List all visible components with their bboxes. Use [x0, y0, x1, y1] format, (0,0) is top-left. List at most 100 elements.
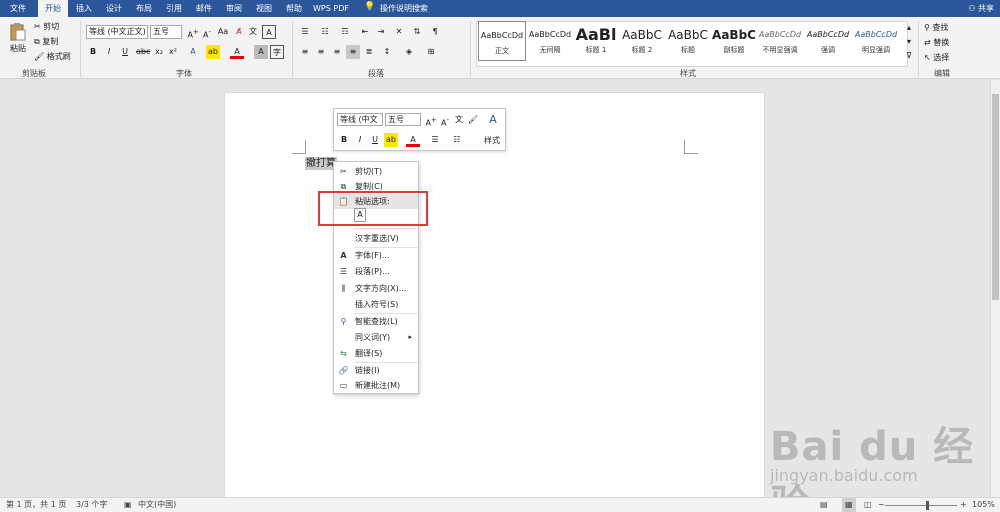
word-count[interactable]: 3/3 个字 — [76, 498, 107, 512]
phonetic-icon[interactable]: 文 — [246, 25, 260, 39]
italic-icon[interactable]: I — [353, 133, 367, 147]
font-name-combo[interactable]: 等线 (中文正文) — [86, 25, 148, 39]
enclose-char-icon[interactable]: 字 — [270, 45, 284, 59]
align-right-icon[interactable]: ≡ — [330, 45, 344, 59]
text-effects-icon[interactable]: A — [186, 45, 200, 59]
style-subtitle[interactable]: AaBbC 副标题 — [710, 21, 758, 61]
tab-mailings[interactable]: 邮件 — [190, 0, 218, 17]
document-page[interactable] — [224, 92, 765, 512]
replace-button[interactable]: ⇄ 替换 — [924, 37, 949, 48]
numbering-icon[interactable]: ☷ — [450, 133, 464, 147]
menu-item-text-direction[interactable]: ⫼ 文字方向(X)... — [334, 281, 418, 296]
align-left-icon[interactable]: ≡ — [298, 45, 312, 59]
tab-file[interactable]: 文件 — [2, 0, 34, 17]
format-painter-button[interactable]: 🖌 格式刷 — [34, 51, 71, 62]
style-heading-2[interactable]: AaBbC 标题 2 — [618, 21, 666, 61]
zoom-slider-thumb[interactable] — [926, 501, 929, 510]
bullets-icon[interactable]: ☰ — [428, 133, 442, 147]
zoom-level[interactable]: 105% — [972, 498, 995, 512]
font-color-icon[interactable]: A — [230, 45, 244, 59]
copy-button[interactable]: ⧉ 复制 — [34, 36, 58, 47]
styles-icon[interactable]: A — [486, 113, 500, 127]
styles-more-icon[interactable]: ⊽ — [904, 49, 914, 63]
increase-indent-icon[interactable]: ⇥ — [374, 25, 388, 39]
grow-font-icon[interactable]: A+ — [186, 25, 200, 40]
chinese-layout-icon[interactable]: ✕ — [392, 25, 406, 39]
bullets-icon[interactable]: ☰ — [298, 25, 312, 39]
menu-item-font[interactable]: A 字体(F)... — [334, 248, 418, 263]
underline-icon[interactable]: U — [368, 133, 382, 147]
styles-scroll-down-icon[interactable]: ▾ — [904, 35, 914, 49]
menu-item-cut[interactable]: ✂ 剪切(T) — [334, 164, 418, 179]
grow-font-icon[interactable]: A+ — [424, 113, 438, 128]
tab-design[interactable]: 设计 — [100, 0, 128, 17]
style-intense-emphasis[interactable]: AaBbCcDd 明显强调 — [852, 21, 900, 61]
justify-icon[interactable]: ≡ — [346, 45, 360, 59]
tell-me-search[interactable]: 操作说明搜索 — [380, 0, 428, 17]
share-button[interactable]: ⚇ 共享 — [968, 0, 994, 17]
mini-font-combo[interactable]: 等线 (中文 — [337, 113, 383, 126]
style-title[interactable]: AaBbC 标题 — [664, 21, 712, 61]
style-normal[interactable]: AaBbCcDd 正文 — [478, 21, 526, 61]
vertical-scrollbar[interactable] — [990, 80, 1000, 497]
style-heading-1[interactable]: AaBl 标题 1 — [572, 21, 620, 61]
format-painter-icon[interactable]: 🖌 — [466, 113, 480, 127]
distributed-icon[interactable]: ≣ — [362, 45, 376, 59]
highlight-icon[interactable]: ab — [384, 133, 398, 147]
clear-format-icon[interactable]: A̸ — [232, 25, 246, 39]
zoom-in-icon[interactable]: + — [960, 498, 967, 512]
menu-item-new-comment[interactable]: ▭ 新建批注(M) — [334, 378, 418, 393]
strikethrough-icon[interactable]: abc — [136, 45, 150, 59]
char-shading-icon[interactable]: A — [254, 45, 268, 59]
zoom-out-icon[interactable]: − — [878, 498, 885, 512]
numbering-icon[interactable]: ☷ — [318, 25, 332, 39]
font-color-icon[interactable]: A — [406, 133, 420, 147]
menu-item-reconvert[interactable]: 汉字重选(V) — [334, 231, 418, 246]
highlight-icon[interactable]: ab — [206, 45, 220, 59]
style-subtle-emphasis[interactable]: AaBbCcDd 不明显强调 — [756, 21, 804, 61]
line-spacing-icon[interactable]: ↕ — [380, 45, 394, 59]
phonetic-icon[interactable]: 文 — [452, 113, 466, 127]
styles-scroll-up-icon[interactable]: ▴ — [904, 21, 914, 35]
tab-layout[interactable]: 布局 — [130, 0, 158, 17]
show-marks-icon[interactable]: ¶ — [428, 25, 442, 39]
tab-review[interactable]: 审阅 — [220, 0, 248, 17]
tab-insert[interactable]: 插入 — [70, 0, 98, 17]
char-border-icon[interactable]: A — [262, 25, 276, 39]
style-no-spacing[interactable]: AaBbCcDd 无间隔 — [526, 21, 574, 61]
language[interactable]: 中文(中国) — [138, 498, 176, 512]
print-layout-icon[interactable]: ▦ — [842, 498, 856, 512]
italic-icon[interactable]: I — [102, 45, 116, 59]
menu-item-translate[interactable]: ⇆ 翻译(S) — [334, 346, 418, 361]
paste-button[interactable]: 粘贴 — [8, 23, 28, 59]
style-emphasis[interactable]: AaBbCcDd 强调 — [804, 21, 852, 61]
web-layout-icon[interactable]: ◫ — [864, 498, 872, 512]
borders-icon[interactable]: ⊞ — [424, 45, 438, 59]
zoom-slider[interactable] — [885, 505, 957, 506]
menu-item-link[interactable]: 🔗 链接(I) — [334, 363, 418, 378]
subscript-icon[interactable]: x₂ — [152, 45, 166, 59]
bold-icon[interactable]: B — [337, 133, 351, 147]
underline-icon[interactable]: U — [118, 45, 132, 59]
multilevel-list-icon[interactable]: ☶ — [338, 25, 352, 39]
superscript-icon[interactable]: x² — [166, 45, 180, 59]
tab-help[interactable]: 帮助 — [280, 0, 308, 17]
mini-styles-label[interactable]: 样式 — [484, 135, 500, 146]
read-mode-icon[interactable]: ▤ — [820, 498, 828, 512]
mini-size-combo[interactable]: 五号 — [385, 113, 421, 126]
menu-item-insert-symbol[interactable]: 插入符号(S) — [334, 297, 418, 312]
bold-icon[interactable]: B — [86, 45, 100, 59]
shrink-font-icon[interactable]: A- — [438, 113, 452, 128]
menu-item-synonyms[interactable]: 同义词(Y) ▸ — [334, 330, 418, 345]
cut-button[interactable]: ✂ 剪切 — [34, 21, 59, 32]
change-case-icon[interactable]: Aa — [216, 25, 230, 39]
sort-icon[interactable]: ⇅ — [410, 25, 424, 39]
tab-view[interactable]: 视图 — [250, 0, 278, 17]
select-button[interactable]: ↖ 选择 — [924, 52, 949, 63]
menu-item-paragraph[interactable]: ☰ 段落(P)... — [334, 264, 418, 279]
page-count[interactable]: 第 1 页，共 1 页 — [6, 498, 66, 512]
proofing-icon[interactable]: ▣ — [124, 498, 132, 512]
font-size-combo[interactable]: 五号 — [150, 25, 182, 39]
shrink-font-icon[interactable]: A- — [200, 25, 214, 40]
align-center-icon[interactable]: ≡ — [314, 45, 328, 59]
